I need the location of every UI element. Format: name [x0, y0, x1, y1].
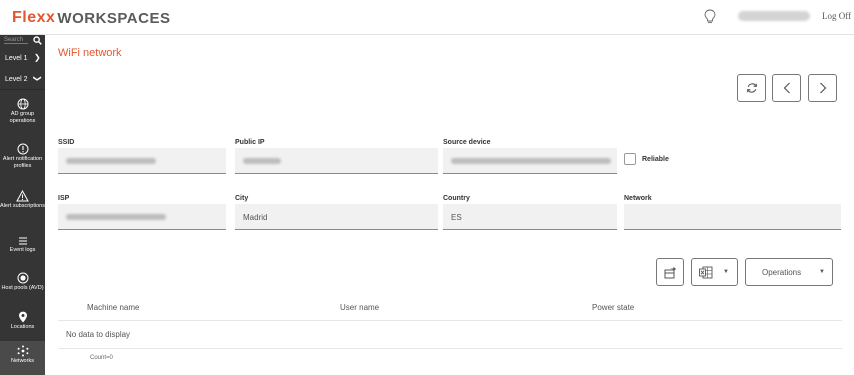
public-ip-label: Public IP	[235, 139, 265, 146]
page-title: WiFi network	[58, 47, 122, 59]
isp-label: ISP	[58, 195, 70, 202]
refresh-icon	[746, 83, 757, 93]
network-field[interactable]	[624, 204, 841, 230]
refresh-button[interactable]	[737, 74, 766, 102]
sidebar-search-label: Search	[4, 37, 28, 44]
chevron-right-icon	[819, 82, 826, 94]
globe-icon	[17, 98, 28, 110]
column-chooser-icon	[664, 266, 676, 279]
sidebar-item-label: Alert notification profiles	[2, 156, 43, 169]
country-value: ES	[451, 213, 462, 222]
table-footer-divider	[58, 348, 842, 349]
table-header-divider	[58, 320, 842, 321]
city-value: Madrid	[243, 213, 268, 222]
sidebar-search[interactable]: Search	[0, 35, 45, 49]
list-icon	[18, 237, 27, 245]
city-label: City	[235, 195, 249, 202]
sidebar-item-alert-notification-profiles[interactable]: Alert notification profiles	[0, 143, 45, 169]
chevron-left-icon	[783, 82, 790, 94]
isp-field[interactable]	[58, 204, 226, 230]
export-excel-button[interactable]: ▼	[691, 258, 738, 286]
city-field[interactable]: Madrid	[235, 204, 438, 230]
sidebar-item-label: Locations	[10, 324, 35, 330]
sidebar-item-ad-group-operations[interactable]: AD group operations	[0, 98, 45, 124]
sidebar-level1[interactable]: Level 1 ❯	[0, 49, 45, 69]
network-label: Network	[624, 195, 652, 202]
app-logo: Fle xx WORKSPACES	[12, 9, 171, 27]
public-ip-value-redacted	[243, 158, 281, 164]
sidebar-item-networks[interactable]: Networks	[0, 341, 45, 375]
reliable-label: Reliable	[642, 156, 669, 163]
network-icon	[17, 345, 28, 357]
sidebar-level1-label: Level 1	[5, 55, 28, 62]
logo-part3: WORKSPACES	[57, 9, 171, 27]
ssid-field[interactable]	[58, 148, 226, 174]
source-device-field[interactable]	[443, 148, 617, 174]
sidebar-item-alert-subscriptions[interactable]: Alert subscriptions	[0, 190, 45, 210]
search-icon[interactable]	[33, 36, 42, 45]
column-header-machine-name[interactable]: Machine name	[87, 303, 139, 312]
sidebar-item-label: AD group operations	[9, 111, 36, 124]
row-count: Count=0	[90, 355, 113, 361]
operations-dropdown[interactable]: Operations ▼	[745, 258, 833, 286]
alert-circle-icon	[17, 143, 28, 155]
top-bar: Fle xx WORKSPACES Log Off	[0, 0, 854, 35]
user-email-redacted	[738, 11, 810, 21]
logoff-link[interactable]: Log Off	[822, 11, 851, 21]
map-pin-icon	[18, 311, 27, 323]
ssid-label: SSID	[58, 139, 75, 146]
host-pool-icon	[17, 272, 28, 284]
chevron-down-icon: ❯	[32, 75, 42, 82]
country-label: Country	[443, 195, 470, 202]
logo-part1: Fle	[12, 9, 37, 26]
column-header-user-name[interactable]: User name	[340, 303, 379, 312]
previous-button[interactable]	[772, 74, 801, 102]
logo-part2: xx	[36, 9, 56, 26]
isp-value-redacted	[66, 214, 166, 220]
sidebar-item-label: Networks	[11, 358, 34, 364]
country-field[interactable]: ES	[443, 204, 617, 230]
chevron-right-icon: ❯	[34, 53, 41, 62]
source-device-label: Source device	[443, 139, 491, 146]
warning-triangle-icon	[16, 190, 29, 202]
column-chooser-button[interactable]	[656, 258, 684, 286]
sidebar-item-event-logs[interactable]: Event logs	[0, 236, 45, 254]
caret-down-icon: ▼	[723, 269, 729, 275]
sidebar: Search Level 1 ❯ Level 2 ❯ AD group oper…	[0, 35, 45, 375]
reliable-checkbox[interactable]	[624, 153, 636, 165]
lightbulb-icon[interactable]	[704, 9, 716, 25]
sidebar-level2[interactable]: Level 2 ❯	[0, 70, 45, 90]
sidebar-level2-label: Level 2	[5, 76, 28, 83]
sidebar-item-locations[interactable]: Locations	[0, 311, 45, 331]
sidebar-item-label: Host pools (AVD)	[1, 285, 44, 291]
source-device-value-redacted	[451, 158, 611, 164]
no-data-message: No data to display	[66, 330, 131, 339]
sidebar-item-label: Event logs	[9, 247, 36, 253]
column-header-power-state[interactable]: Power state	[592, 303, 634, 312]
ssid-value-redacted	[66, 158, 156, 164]
next-button[interactable]	[808, 74, 837, 102]
excel-icon	[699, 266, 713, 279]
operations-label: Operations	[762, 268, 802, 277]
sidebar-item-host-pools[interactable]: Host pools (AVD)	[0, 272, 45, 292]
sidebar-item-label: Alert subscriptions	[0, 203, 45, 209]
public-ip-field[interactable]	[235, 148, 438, 174]
caret-down-icon: ▼	[819, 269, 825, 275]
